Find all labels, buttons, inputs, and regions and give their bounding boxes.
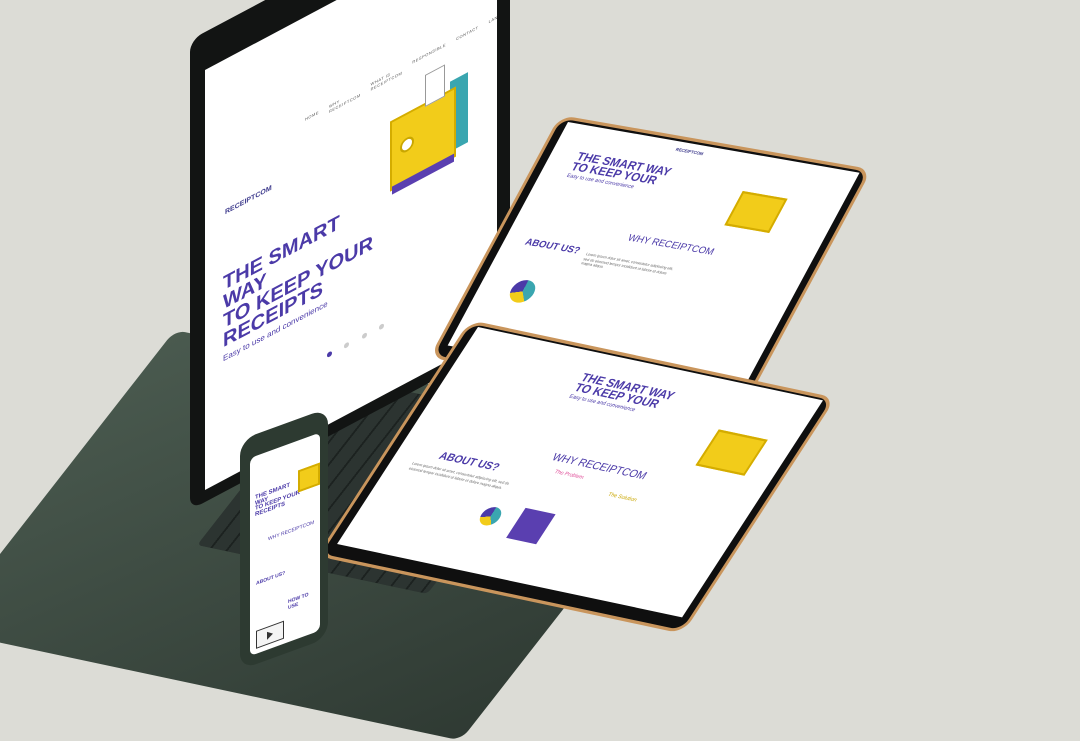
carousel-dot-2[interactable] xyxy=(344,341,350,349)
tablet-back-hero: THE SMART WAY TO KEEP YOUR Easy to use a… xyxy=(565,151,722,204)
tablet-front-hero: THE SMART WAY TO KEEP YOUR Easy to use a… xyxy=(568,372,725,430)
tablet-back-brand[interactable]: RECEIPTCOM xyxy=(675,147,705,157)
safe-icon xyxy=(390,64,470,202)
ph-why-heading: WHY RECEIPTCOM xyxy=(268,519,315,543)
tb-why-heading: WHY RECEIPTCOM xyxy=(625,232,717,258)
pie-chart-icon xyxy=(505,278,540,305)
tf-solution-label: The Solution xyxy=(606,491,639,504)
carousel-dot-3[interactable] xyxy=(361,331,367,340)
tablet-back-safe-icon xyxy=(724,190,788,234)
phone-hero: THE SMART WAY TO KEEP YOUR RECEIPTS xyxy=(255,480,300,519)
nav-language[interactable]: LANGUAGE xyxy=(489,5,497,29)
carousel-dot-4[interactable] xyxy=(379,322,385,331)
nav-home[interactable]: HOME xyxy=(305,109,319,126)
tb-lorem: Lorem ipsum dolor sit amet, consectetur … xyxy=(580,251,675,276)
tf-pie-chart-icon xyxy=(475,505,506,528)
tablet-front-safe-icon xyxy=(695,429,768,476)
brand-logo[interactable]: RECEIPTCOM xyxy=(225,185,272,217)
play-icon[interactable] xyxy=(267,629,273,640)
carousel-dot-1[interactable] xyxy=(327,350,332,359)
ph-how-heading: HOW TO USE xyxy=(288,591,309,612)
tf-problem-label: The Problem xyxy=(552,468,586,481)
nav-what[interactable]: WHAT IS RECEIPTCOM xyxy=(371,65,403,92)
phone-screen: THE SMART WAY TO KEEP YOUR RECEIPTS WHY … xyxy=(250,432,320,656)
carousel-dots xyxy=(323,313,388,366)
nav-contact[interactable]: CONTACT xyxy=(456,25,479,47)
tf-why-heading: WHY RECEIPTCOM xyxy=(549,451,649,483)
phone-safe-icon xyxy=(298,462,320,493)
cards-icon xyxy=(506,507,556,545)
tb-about-heading: ABOUT US? xyxy=(523,236,583,256)
video-thumbnail[interactable] xyxy=(256,620,284,649)
nav-why[interactable]: WHY RECEIPTCOM xyxy=(329,87,361,114)
ph-about-heading: ABOUT US? xyxy=(256,570,286,587)
